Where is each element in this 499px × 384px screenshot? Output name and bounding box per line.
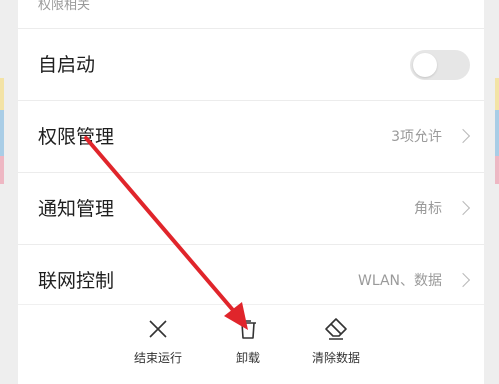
notification-management-label: 通知管理	[38, 198, 115, 220]
autostart-toggle[interactable]	[410, 50, 470, 80]
clear-data-label: 清除数据	[311, 351, 360, 365]
permission-management-value: 3项允许	[391, 129, 442, 145]
edge-stripe-blue	[0, 110, 4, 156]
notification-management-value: 角标	[414, 201, 442, 217]
edge-stripe-pink-right	[495, 156, 499, 184]
uninstall-label: 卸载	[235, 351, 260, 365]
edge-stripe-yellow-right	[495, 78, 499, 110]
chevron-right-icon	[455, 200, 471, 216]
trash-icon	[240, 320, 256, 339]
force-stop-label: 结束运行	[133, 351, 182, 365]
uninstall-button[interactable]: 卸载	[208, 317, 288, 366]
edge-stripe-pink	[0, 156, 4, 184]
permission-management-label: 权限管理	[38, 126, 115, 148]
section-header: 权限相关	[38, 0, 91, 13]
clear-data-button[interactable]: 清除数据	[296, 317, 376, 366]
autostart-label: 自启动	[38, 54, 96, 76]
chevron-right-icon	[455, 272, 471, 288]
bottom-action-bar: 结束运行 卸载 清除数据	[18, 304, 484, 384]
edge-stripe-yellow	[0, 78, 4, 110]
eraser-icon	[325, 318, 347, 340]
autostart-row[interactable]: 自启动	[18, 28, 484, 100]
force-stop-button[interactable]: 结束运行	[118, 317, 198, 366]
edge-stripe-blue-right	[495, 110, 499, 156]
settings-card: 权限相关 自启动 权限管理 3项允许 通知管理 角标 联网控制 WLAN、数据 …	[18, 0, 484, 384]
toggle-knob	[413, 53, 437, 77]
close-x-icon	[149, 320, 167, 338]
notification-management-row[interactable]: 通知管理 角标	[18, 172, 484, 244]
permission-management-row[interactable]: 权限管理 3项允许	[18, 100, 484, 172]
chevron-right-icon	[455, 128, 471, 144]
